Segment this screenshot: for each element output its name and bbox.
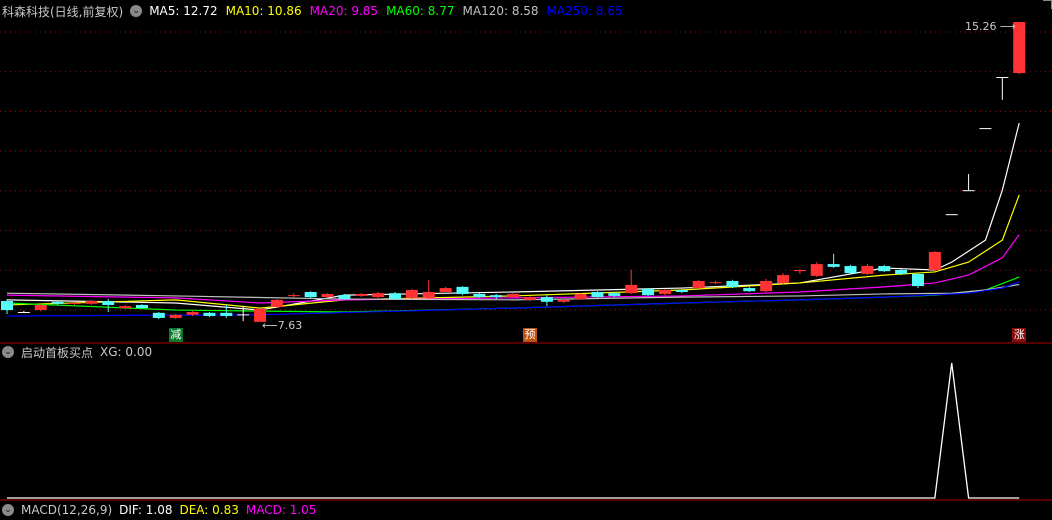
candle-body xyxy=(675,290,688,292)
candle-body xyxy=(625,284,638,294)
candle-body xyxy=(557,299,570,302)
candle-body xyxy=(237,314,250,316)
candle-body xyxy=(220,312,233,316)
candle-body xyxy=(102,301,115,305)
high-price-label: 15.26 ⟶ xyxy=(965,20,1016,33)
ma-line-ma10 xyxy=(6,194,1020,309)
candle-body xyxy=(507,293,520,298)
signal-marker[interactable]: 减 xyxy=(168,328,183,342)
candle-body xyxy=(540,297,553,302)
candle-body xyxy=(85,301,98,304)
candle-body xyxy=(17,312,30,314)
candle-body xyxy=(304,291,317,298)
candle-body xyxy=(608,293,621,296)
candle-body xyxy=(709,282,722,284)
high-price-value: 15.26 xyxy=(965,20,997,33)
candle-body xyxy=(895,269,908,274)
candle-body xyxy=(51,301,64,304)
low-price-label: ⟵7.63 xyxy=(262,319,303,332)
candle-body xyxy=(338,295,351,300)
candle-body xyxy=(1,301,13,311)
candle-body xyxy=(996,77,1009,79)
candle-body xyxy=(777,275,790,283)
candle-body xyxy=(270,299,283,307)
candle-body xyxy=(743,288,756,292)
candle-body xyxy=(372,293,385,298)
signal-marker[interactable]: 涨 xyxy=(1012,328,1027,342)
signal-marker[interactable]: 预 xyxy=(522,328,537,342)
candle-body xyxy=(34,304,47,311)
candle-body xyxy=(962,190,975,192)
candle-body xyxy=(878,266,891,272)
candle-body xyxy=(186,312,199,315)
candle-body xyxy=(203,312,216,316)
candle-body xyxy=(911,273,924,287)
candle-body xyxy=(287,295,300,297)
candle-body xyxy=(658,290,671,294)
candle-body xyxy=(169,314,182,318)
candle-body xyxy=(321,293,334,298)
candle-body xyxy=(405,290,418,298)
candle-body xyxy=(979,128,992,130)
ma-line-ma5 xyxy=(6,122,1020,311)
candle-body xyxy=(490,295,503,298)
candle-body xyxy=(726,280,739,287)
corner-resize-icon[interactable] xyxy=(1043,0,1052,9)
candle-body xyxy=(827,264,840,267)
candle-body xyxy=(422,291,435,298)
candle-body xyxy=(135,304,148,309)
candle-body xyxy=(844,266,857,274)
xg-signal-line xyxy=(7,362,1020,499)
candle-body xyxy=(389,293,402,300)
candle-body xyxy=(760,280,773,292)
candle-body xyxy=(945,214,958,216)
candle-body xyxy=(473,293,486,298)
candle-body xyxy=(591,291,604,298)
candle-body xyxy=(68,302,81,304)
kline-chart[interactable] xyxy=(0,0,1052,508)
candle-body xyxy=(793,269,806,272)
candle-body xyxy=(810,264,823,276)
candle-body xyxy=(692,280,705,289)
candle-body xyxy=(355,293,368,296)
candle-body xyxy=(574,293,587,300)
candle-body xyxy=(152,312,165,318)
candle-body xyxy=(523,297,536,300)
candle-body xyxy=(456,286,469,294)
candle-body xyxy=(119,306,132,309)
candle-body xyxy=(928,251,941,270)
low-price-value: 7.63 xyxy=(277,319,303,332)
candle-body xyxy=(861,266,874,274)
candle-body xyxy=(642,288,655,296)
candle-body xyxy=(439,288,452,292)
ma-line-ma250 xyxy=(6,281,1020,317)
